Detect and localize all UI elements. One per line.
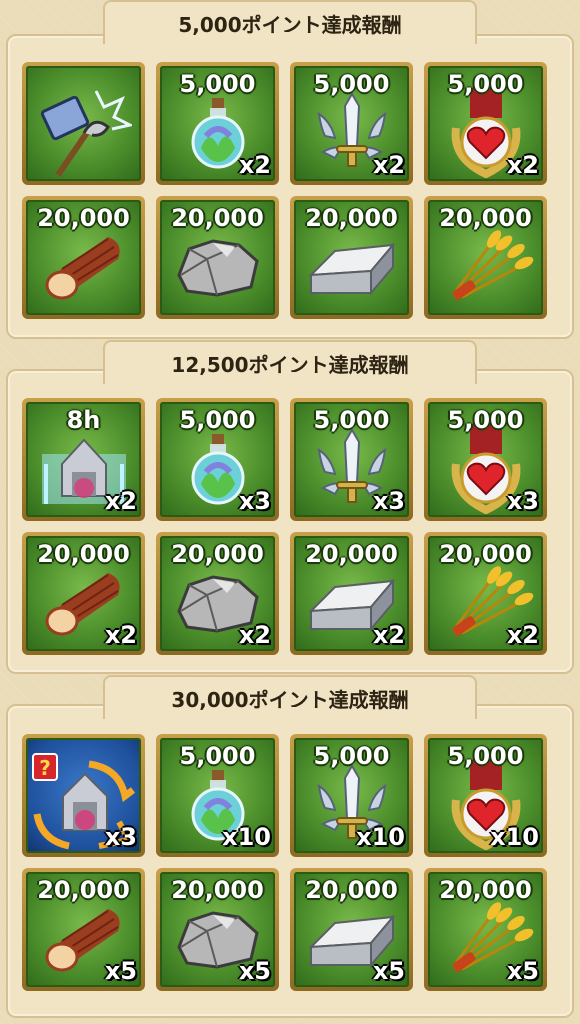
reward-tile[interactable]: 20,000 x5 <box>22 868 145 991</box>
reward-tile-frame: 5,000 x2 <box>428 66 543 181</box>
reward-quantity: x5 <box>372 957 405 985</box>
reward-quantity: x10 <box>356 823 405 851</box>
reward-amount: 5,000 <box>313 742 390 770</box>
reward-quantity: x2 <box>104 487 137 515</box>
reward-quantity: x2 <box>238 151 271 179</box>
reward-amount: 5,000 <box>179 406 256 434</box>
speed-skill-icon <box>36 85 132 181</box>
reward-tile-frame: 20,000 <box>160 200 275 315</box>
reward-quantity: x10 <box>222 823 271 851</box>
reward-tile[interactable]: 20,000 x5 <box>156 868 279 991</box>
reward-tile[interactable]: 5,000 x2 <box>290 62 413 185</box>
reward-tile[interactable]: 20,000 <box>156 196 279 319</box>
reward-tile[interactable]: 20,000 <box>290 196 413 319</box>
reward-tile[interactable]: 5,000 x3 <box>424 398 547 521</box>
reward-tile-frame: ? x3 <box>26 738 141 853</box>
reward-tile[interactable]: 20,000 <box>424 196 547 319</box>
reward-amount: 20,000 <box>305 876 398 904</box>
reward-amount: 20,000 <box>171 876 264 904</box>
reward-quantity: x3 <box>104 823 137 851</box>
reward-quantity: x3 <box>372 487 405 515</box>
iron-ingot-icon <box>305 235 399 299</box>
reward-tile-frame: 20,000 x5 <box>26 872 141 987</box>
reward-quantity: x3 <box>506 487 539 515</box>
reward-quantity: x2 <box>238 621 271 649</box>
wheat-bundle-icon <box>438 229 534 305</box>
reward-tile[interactable]: ? x3 <box>22 734 145 857</box>
reward-tile[interactable]: 5,000 x3 <box>156 398 279 521</box>
reward-amount: 20,000 <box>37 204 130 232</box>
reward-tile-frame: 20,000 x2 <box>160 536 275 651</box>
reward-tile[interactable]: 8h x2 <box>22 398 145 521</box>
reward-tile-frame: 20,000 <box>294 200 409 315</box>
reward-tile-frame: 5,000 x10 <box>160 738 275 853</box>
reward-amount: 20,000 <box>305 540 398 568</box>
wood-log-icon <box>38 229 130 305</box>
reward-tile[interactable]: 20,000 x2 <box>22 532 145 655</box>
reward-tile[interactable]: 5,000 x10 <box>156 734 279 857</box>
reward-tile-frame: 5,000 x3 <box>160 402 275 517</box>
reward-quantity: x2 <box>104 621 137 649</box>
reward-tile[interactable]: 5,000 x10 <box>424 734 547 857</box>
reward-quantity: x2 <box>372 151 405 179</box>
section-title: 12,500ポイント達成報酬 <box>103 340 477 386</box>
reward-tile[interactable]: 20,000 x2 <box>156 532 279 655</box>
reward-tile-frame: 20,000 x2 <box>294 536 409 651</box>
reward-tile-frame: 8h x2 <box>26 402 141 517</box>
stone-ore-icon <box>173 235 263 299</box>
section-title: 30,000ポイント達成報酬 <box>103 675 477 721</box>
reward-amount: 5,000 <box>447 70 524 98</box>
reward-tile-frame: 20,000 x2 <box>26 536 141 651</box>
reward-tile[interactable]: 20,000 x2 <box>290 532 413 655</box>
reward-amount: 5,000 <box>179 742 256 770</box>
reward-amount: 20,000 <box>171 204 264 232</box>
reward-quantity: x10 <box>490 823 539 851</box>
reward-amount: 5,000 <box>447 742 524 770</box>
reward-amount: 5,000 <box>313 406 390 434</box>
reward-tile[interactable]: 20,000 x2 <box>424 532 547 655</box>
reward-tile-frame: 5,000 x10 <box>294 738 409 853</box>
reward-tile-frame: 20,000 <box>428 200 543 315</box>
reward-tile[interactable]: 20,000 x5 <box>424 868 547 991</box>
reward-tile[interactable]: 20,000 x5 <box>290 868 413 991</box>
reward-tile-frame: 20,000 x5 <box>428 872 543 987</box>
reward-tile-frame: 20,000 x2 <box>428 536 543 651</box>
reward-amount: 20,000 <box>439 876 532 904</box>
reward-tile[interactable]: 20,000 <box>22 196 145 319</box>
reward-quantity: x2 <box>506 151 539 179</box>
reward-amount: 20,000 <box>37 876 130 904</box>
reward-tile[interactable]: 5,000 x2 <box>156 62 279 185</box>
reward-amount: 8h <box>66 406 101 434</box>
reward-amount: 5,000 <box>313 70 390 98</box>
reward-quantity: x5 <box>104 957 137 985</box>
reward-tile[interactable]: 5,000 x10 <box>290 734 413 857</box>
reward-quantity: x3 <box>238 487 271 515</box>
reward-tile-frame: 20,000 x5 <box>294 872 409 987</box>
reward-amount: 20,000 <box>439 204 532 232</box>
reward-tile-frame <box>26 66 141 181</box>
section-title: 5,000ポイント達成報酬 <box>103 0 477 46</box>
reward-quantity: x5 <box>238 957 271 985</box>
reward-tile-frame: 5,000 x3 <box>428 402 543 517</box>
reward-tile[interactable]: 5,000 x3 <box>290 398 413 521</box>
reward-amount: 20,000 <box>439 540 532 568</box>
reward-quantity: x2 <box>506 621 539 649</box>
reward-amount: 20,000 <box>37 540 130 568</box>
reward-tile-frame: 5,000 x2 <box>294 66 409 181</box>
reward-amount: 20,000 <box>305 204 398 232</box>
reward-tile-frame: 20,000 <box>26 200 141 315</box>
reward-amount: 20,000 <box>171 540 264 568</box>
reward-quantity: x5 <box>506 957 539 985</box>
reward-amount: 5,000 <box>447 406 524 434</box>
reward-tile-frame: 5,000 x2 <box>160 66 275 181</box>
reward-tile-frame: 5,000 x3 <box>294 402 409 517</box>
reward-quantity: x2 <box>372 621 405 649</box>
reward-tile[interactable]: 5,000 x2 <box>424 62 547 185</box>
reward-tile-frame: 20,000 x5 <box>160 872 275 987</box>
reward-tile[interactable] <box>22 62 145 185</box>
reward-amount: 5,000 <box>179 70 256 98</box>
reward-tile-frame: 5,000 x10 <box>428 738 543 853</box>
svg-text:?: ? <box>39 756 51 780</box>
